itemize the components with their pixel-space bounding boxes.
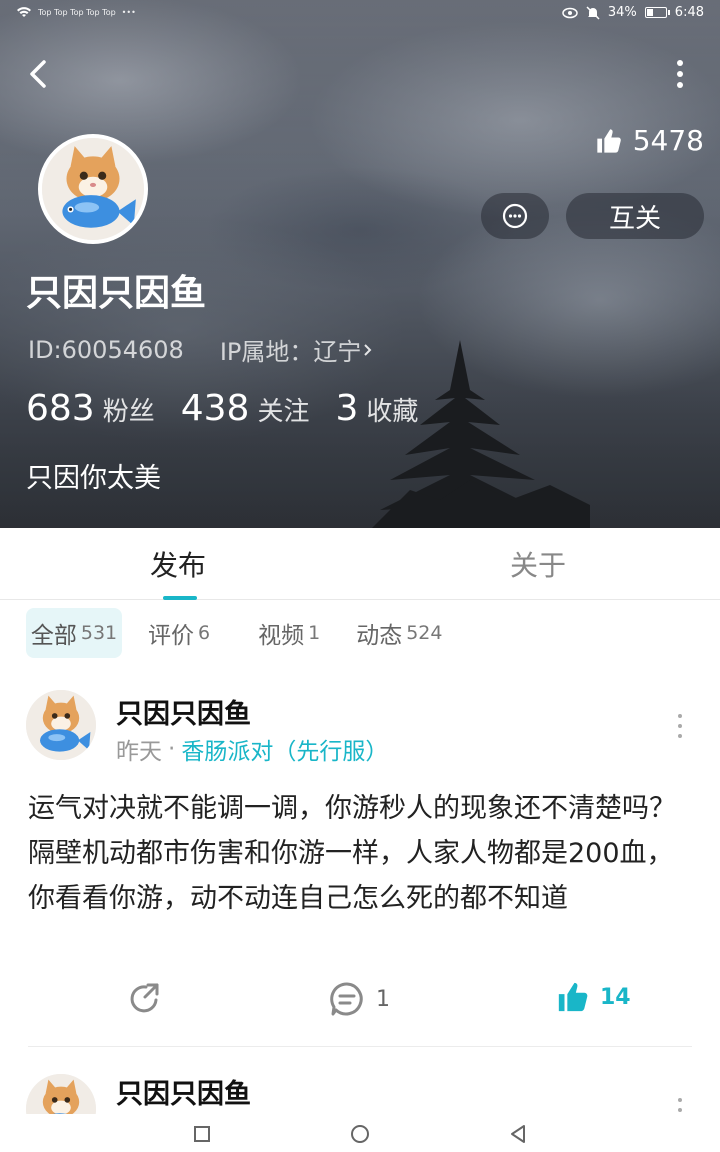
post-body[interactable]: 运气对决就不能调一调，你游秒人的现象还不清楚吗？隔壁机动都市伤害和你游一样，人家… [28, 786, 698, 921]
status-bar: Top Top Top Top Top ••• 34% 6:48 [0, 0, 720, 28]
favorites-stat[interactable]: 3 收藏 [335, 388, 418, 429]
circle-icon [351, 1125, 369, 1143]
likes-count: 5478 [632, 124, 704, 157]
triangle-back-icon [511, 1125, 525, 1143]
post-more-button[interactable] [675, 714, 685, 738]
mute-icon [586, 5, 600, 20]
chevron-right-icon [364, 343, 372, 356]
clock: 6:48 [674, 5, 704, 20]
post-meta: 昨天 · 香肠派对（先行服） [116, 732, 388, 766]
cat-with-fish-avatar [26, 1074, 96, 1114]
tab-about[interactable]: 关于 [510, 544, 566, 584]
like-button[interactable]: 14 [556, 980, 631, 1014]
back-arrow-icon [30, 60, 46, 88]
tab-publish[interactable]: 发布 [150, 544, 206, 584]
share-icon [130, 983, 159, 1013]
filter-all-count: 531 [80, 622, 118, 644]
likes-counter: 5478 [595, 124, 704, 157]
profile-stats: 683 粉丝 438 关注 3 收藏 [26, 388, 418, 429]
home-button[interactable] [346, 1120, 374, 1148]
filter-moments-label: 动态 [356, 623, 403, 649]
favorites-count: 3 [335, 388, 359, 429]
status-extra: ••• [121, 7, 136, 17]
filter-reviews[interactable]: 评价 6 [142, 608, 216, 658]
more-dot [678, 714, 682, 718]
more-dot [678, 1098, 682, 1102]
id-line: ID:60054608 IP属地：辽宁 [28, 332, 375, 367]
profile-bio: 只因你太美 [26, 463, 161, 494]
post-author-avatar[interactable] [26, 690, 96, 760]
active-tab-indicator [163, 596, 197, 600]
cat-with-fish-avatar [26, 690, 96, 760]
more-dot [677, 71, 683, 77]
profile-username: 只因只因鱼 [26, 273, 207, 314]
following-count: 438 [180, 388, 250, 429]
battery-percent: 34% [607, 5, 637, 20]
mutual-follow-button[interactable]: 互关 [566, 193, 704, 239]
post-game-link[interactable]: 香肠派对（先行服） [181, 732, 388, 766]
post-author-avatar[interactable] [26, 1074, 96, 1114]
wifi-icon [17, 7, 31, 17]
message-button[interactable] [481, 193, 549, 239]
fans-count: 683 [26, 388, 95, 429]
more-dot [678, 734, 682, 738]
filter-videos[interactable]: 视频 1 [252, 608, 326, 658]
share-button[interactable] [126, 980, 164, 1018]
post-time: 昨天 [116, 739, 162, 765]
filter-videos-count: 1 [308, 622, 321, 644]
thumbs-up-icon [558, 982, 588, 1012]
thumbs-up-icon [597, 128, 621, 153]
filter-all[interactable]: 全部 531 [26, 608, 122, 658]
content-filters: 全部 531 评价 6 视频 1 动态 524 [26, 608, 448, 658]
profile-tabs: 发布 关于 [0, 528, 720, 600]
filter-reviews-count: 6 [198, 622, 211, 644]
fans-label: 粉丝 [102, 397, 155, 427]
back-nav-button[interactable] [504, 1120, 532, 1148]
tree-silhouette [372, 340, 590, 528]
filter-videos-label: 视频 [258, 623, 305, 649]
more-options-button[interactable] [670, 56, 690, 92]
favorites-label: 收藏 [366, 397, 419, 427]
battery-icon [644, 7, 670, 18]
post-divider [28, 1046, 692, 1047]
profile-avatar[interactable] [38, 134, 148, 244]
following-label: 关注 [257, 397, 310, 427]
comment-icon [330, 982, 363, 1016]
carrier-text: Top Top Top Top Top [38, 7, 116, 17]
comment-button[interactable]: 1 [328, 980, 390, 1018]
more-dot [678, 724, 682, 728]
user-id: ID:60054608 [28, 335, 184, 364]
ip-location-link[interactable]: IP属地：辽宁 [220, 332, 376, 367]
like-count: 14 [600, 984, 631, 1010]
post-author-name[interactable]: 只因只因鱼 [116, 1072, 251, 1111]
filter-moments[interactable]: 动态 524 [350, 608, 448, 658]
chat-bubble-icon [502, 203, 528, 229]
filter-all-label: 全部 [30, 623, 77, 649]
back-button[interactable] [22, 54, 58, 94]
following-stat[interactable]: 438 关注 [181, 388, 310, 429]
post-more-button[interactable] [675, 1098, 685, 1114]
filter-reviews-label: 评价 [148, 623, 194, 649]
eye-icon [562, 7, 578, 18]
more-dot [678, 1108, 682, 1112]
system-nav-bar [0, 1114, 720, 1152]
ip-location: IP属地：辽宁 [219, 338, 362, 366]
cat-with-fish-avatar [42, 138, 144, 240]
more-dot [677, 60, 683, 66]
comment-count: 1 [376, 986, 390, 1012]
post-author-name[interactable]: 只因只因鱼 [116, 692, 251, 731]
more-dot [677, 82, 683, 88]
post-preview-clip: 只因只因鱼 [0, 1060, 720, 1114]
post-actions: 1 14 [0, 980, 720, 1028]
profile-header: Top Top Top Top Top ••• 34% 6:48 5478 互关… [0, 0, 720, 528]
recents-button[interactable] [188, 1120, 216, 1148]
filter-moments-count: 524 [406, 622, 443, 644]
meta-separator: · [168, 736, 176, 762]
square-icon [194, 1126, 210, 1142]
fans-stat[interactable]: 683 粉丝 [26, 388, 155, 429]
